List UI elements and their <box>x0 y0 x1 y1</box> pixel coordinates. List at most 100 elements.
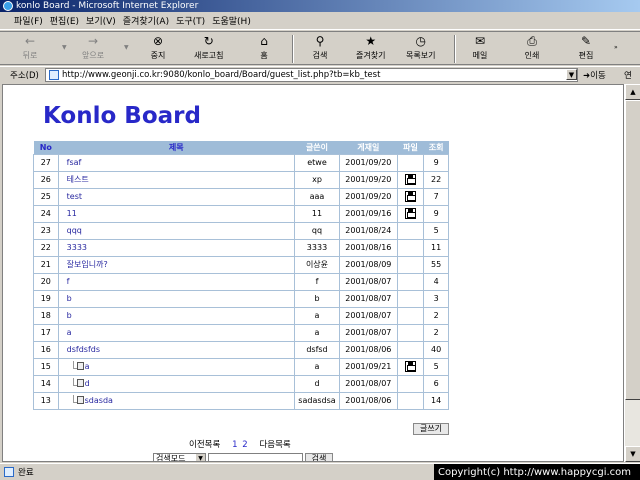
toolbar-separator <box>292 35 294 63</box>
cell-title[interactable]: a <box>57 357 295 376</box>
post-title-link[interactable]: test <box>67 192 82 201</box>
post-title-link[interactable]: d <box>85 379 90 388</box>
cell-title[interactable]: dsfdsfds <box>57 340 295 359</box>
post-title-link[interactable]: 11 <box>67 209 77 218</box>
cell-views: 5 <box>423 221 449 240</box>
scroll-down-icon[interactable]: ▼ <box>625 446 640 462</box>
cell-no: 13 <box>33 391 59 410</box>
refresh-button[interactable]: ↻ 새로고침 <box>194 34 223 64</box>
board-table: No 제목 글쓴이 게재일 파일 조회 27 fsaf etwe 2001/09/20… <box>33 141 449 410</box>
post-title-link[interactable]: fsaf <box>67 158 82 167</box>
chevron-down-icon: ▼ <box>196 454 205 461</box>
address-input[interactable]: http://www.geonji.co.kr:9080/konlo_board… <box>45 68 578 82</box>
links-button[interactable]: 연 <box>624 69 632 81</box>
cell-date: 2001/09/20 <box>339 170 398 189</box>
edit-button[interactable]: ✎ 편집 <box>578 34 594 64</box>
cell-title[interactable]: b <box>57 306 295 325</box>
post-title-link[interactable]: a <box>85 362 90 371</box>
scroll-thumb[interactable] <box>625 100 640 400</box>
back-dropdown-icon[interactable]: ▼ <box>62 44 67 51</box>
cell-title[interactable]: 잘보입니까? <box>57 255 295 274</box>
write-button[interactable]: 글쓰기 <box>413 423 449 435</box>
menu-view[interactable]: 보기(V) <box>86 14 116 27</box>
go-button[interactable]: ➜이동 <box>583 69 606 81</box>
cell-views: 9 <box>423 153 449 172</box>
table-row: 15 a a 2001/09/21 5 <box>33 357 449 376</box>
home-button[interactable]: ⌂ 홈 <box>256 34 272 64</box>
address-dropdown-icon[interactable]: ▼ <box>566 69 577 80</box>
pager: 이전목록 1 2 다음목록 <box>189 438 291 450</box>
cell-title[interactable]: 11 <box>57 204 295 223</box>
cell-title[interactable]: fsaf <box>57 153 295 172</box>
cell-file <box>396 153 425 172</box>
cell-title[interactable]: test <box>57 187 295 206</box>
next-list-link[interactable]: 다음목록 <box>259 440 290 450</box>
cell-views: 11 <box>423 238 449 257</box>
mail-button[interactable]: ✉ 메일 <box>472 34 488 64</box>
menu-favorites[interactable]: 즐겨찾기(A) <box>123 14 169 27</box>
table-row: 22 3333 3333 2001/08/16 11 <box>33 238 449 257</box>
cell-views: 2 <box>423 323 449 342</box>
forward-dropdown-icon[interactable]: ▼ <box>124 44 129 51</box>
back-button[interactable]: ← 뒤로 <box>22 34 38 64</box>
cell-title[interactable]: d <box>57 374 295 393</box>
search-toolbar-button[interactable]: ⚲ 검색 <box>312 34 328 64</box>
history-button[interactable]: ◷ 목록보기 <box>406 34 435 64</box>
post-title-link[interactable]: sdasda <box>85 396 113 405</box>
cell-title[interactable]: 테스트 <box>57 170 295 189</box>
post-title-link[interactable]: b <box>67 294 72 303</box>
page-icon <box>49 70 59 80</box>
printer-icon: ⎙ <box>527 33 537 48</box>
forward-button[interactable]: → 앞으로 <box>82 34 104 64</box>
stop-button[interactable]: ⊗ 중지 <box>150 34 166 64</box>
floppy-disk-icon[interactable] <box>404 191 416 202</box>
prev-list-link[interactable]: 이전목록 <box>189 440 220 450</box>
cell-file <box>396 238 425 257</box>
post-title-link[interactable]: 잘보입니까? <box>67 260 108 269</box>
window-title-bar: konlo Board - Microsoft Internet Explore… <box>0 0 640 12</box>
menu-tools[interactable]: 도구(T) <box>176 14 205 27</box>
cell-no: 19 <box>33 289 59 308</box>
floppy-disk-icon[interactable] <box>404 174 416 185</box>
cell-views: 3 <box>423 289 449 308</box>
menu-help[interactable]: 도움말(H) <box>212 14 251 27</box>
search-input[interactable] <box>208 453 303 461</box>
post-title-link[interactable]: 테스트 <box>67 175 89 184</box>
cell-title[interactable]: b <box>57 289 295 308</box>
page-link-2[interactable]: 2 <box>242 440 247 450</box>
menu-edit[interactable]: 편집(E) <box>50 14 79 27</box>
cell-title[interactable]: 3333 <box>57 238 295 257</box>
floppy-disk-icon[interactable] <box>404 361 416 372</box>
post-title-link[interactable]: 3333 <box>67 243 87 252</box>
post-title-link[interactable]: b <box>67 311 72 320</box>
cell-no: 14 <box>33 374 59 393</box>
cell-title[interactable]: qqq <box>57 221 295 240</box>
col-no: No <box>33 141 59 154</box>
scroll-up-icon[interactable]: ▲ <box>625 84 640 100</box>
cell-views: 40 <box>423 340 449 359</box>
cell-title[interactable]: sdasda <box>57 391 295 410</box>
cell-file <box>396 255 425 274</box>
vertical-scrollbar[interactable]: ▲ ▼ <box>624 84 640 462</box>
menu-bar: 파일(F) 편집(E) 보기(V) 즐겨찾기(A) 도구(T) 도움말(H) <box>0 12 640 30</box>
print-button[interactable]: ⎙ 인쇄 <box>524 34 540 64</box>
search-button[interactable]: 검색 <box>305 453 333 461</box>
menu-file[interactable]: 파일(F) <box>14 14 43 27</box>
board-body: 27 fsaf etwe 2001/09/20 9 26 테스트 xp 2001/09/20 22… <box>33 153 449 410</box>
post-title-link[interactable]: dsfdsfds <box>67 345 100 354</box>
floppy-disk-icon[interactable] <box>404 208 416 219</box>
toolbar-more-icon[interactable]: » <box>614 44 618 51</box>
cell-title[interactable]: f <box>57 272 295 291</box>
post-title-link[interactable]: a <box>67 328 72 337</box>
cell-file <box>396 323 425 342</box>
cell-title[interactable]: a <box>57 323 295 342</box>
search-mode-select[interactable]: 검색모드 ▼ <box>153 453 206 461</box>
post-title-link[interactable]: qqq <box>67 226 82 235</box>
page-link-1[interactable]: 1 <box>232 440 237 450</box>
favorites-button[interactable]: ★ 즐겨찾기 <box>356 34 385 64</box>
cell-date: 2001/09/20 <box>339 187 398 206</box>
cell-file <box>396 374 425 393</box>
cell-author: a <box>293 306 341 325</box>
post-title-link[interactable]: f <box>67 277 70 286</box>
table-row: 18 b a 2001/08/07 2 <box>33 306 449 325</box>
